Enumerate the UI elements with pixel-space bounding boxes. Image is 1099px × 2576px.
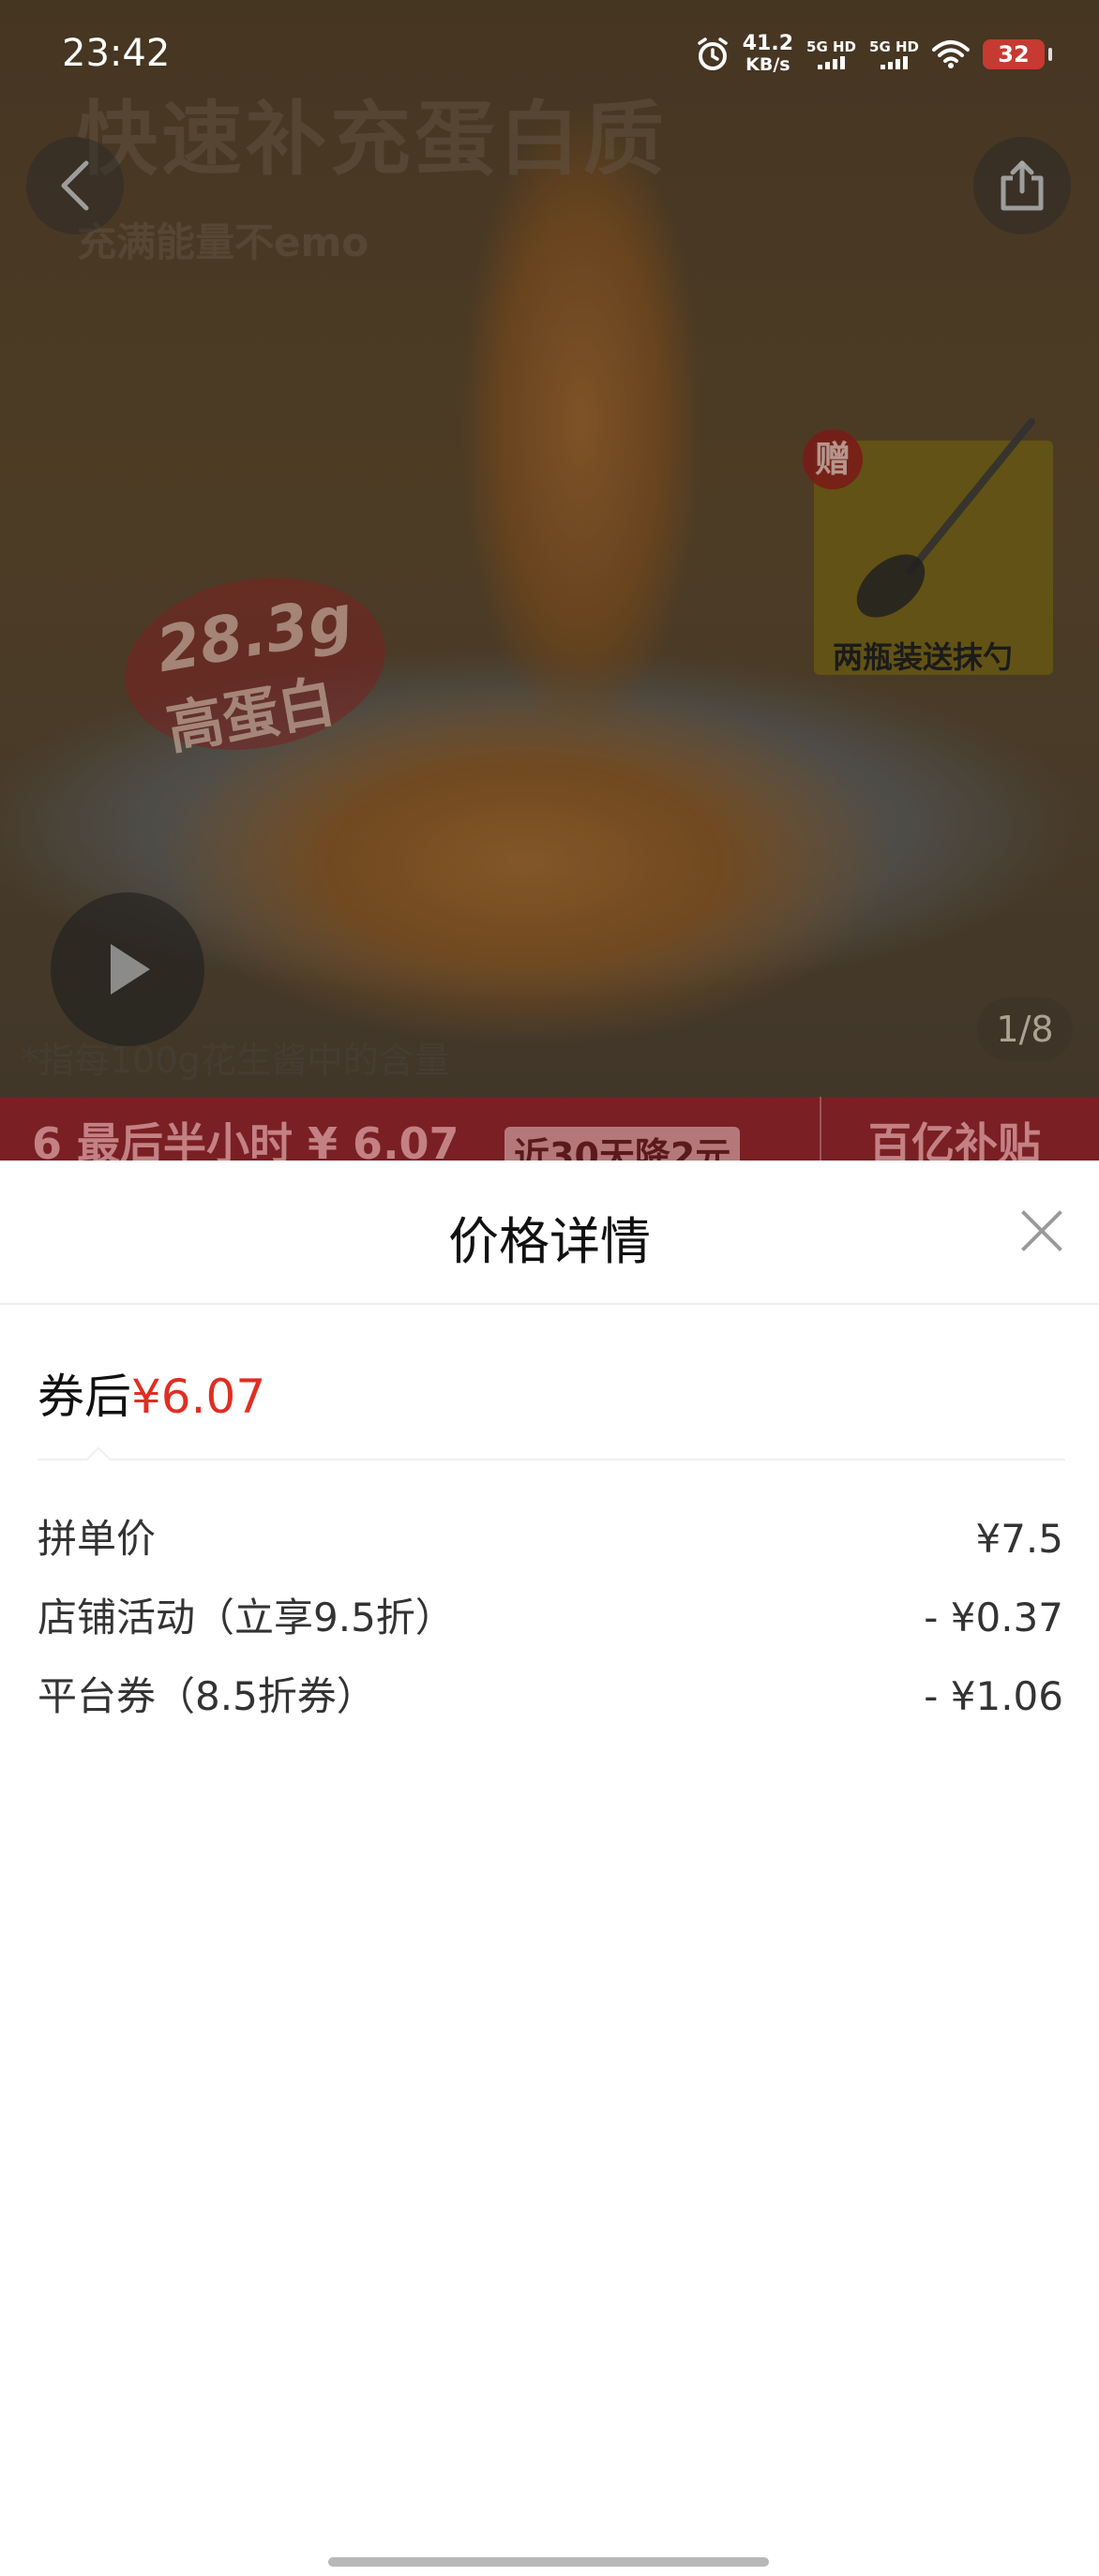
image-page-counter: 1/8 bbox=[977, 997, 1073, 1061]
battery-icon: 32 bbox=[983, 39, 1052, 69]
sim2-label: 5G HD bbox=[869, 38, 919, 55]
play-video-button[interactable] bbox=[51, 892, 204, 1046]
row-value: - ¥1.06 bbox=[924, 1673, 1063, 1719]
signal-icon: 5G HD bbox=[806, 39, 856, 69]
row-label: 拼单价 bbox=[38, 1516, 157, 1562]
share-button[interactable] bbox=[973, 137, 1071, 234]
back-button[interactable] bbox=[26, 137, 124, 234]
net-speed: 41.2 KB/s bbox=[742, 32, 794, 76]
divider bbox=[38, 1459, 1065, 1460]
status-icons: 41.2 KB/s 5G HD 5G HD 32 bbox=[696, 32, 1052, 76]
status-bar: 23:42 41.2 KB/s 5G HD 5G HD 32 bbox=[0, 0, 1099, 112]
chevron-left-icon bbox=[61, 160, 89, 211]
sheet-header: 价格详情 bbox=[0, 1161, 1099, 1305]
row-value: ¥7.5 bbox=[975, 1516, 1063, 1562]
promo-divider bbox=[820, 1097, 821, 1161]
final-price-label: 券后 bbox=[38, 1370, 131, 1424]
final-price-row: 券后¥6.07 bbox=[38, 1359, 265, 1427]
price-detail-sheet: 价格详情 券后¥6.07 拼单价 ¥7.5 店铺活动（立享9.5折） - ¥0.… bbox=[0, 1161, 1099, 2576]
net-speed-unit: KB/s bbox=[745, 54, 790, 75]
close-icon[interactable] bbox=[1018, 1207, 1065, 1254]
final-price-amount: ¥6.07 bbox=[131, 1370, 266, 1424]
status-time: 23:42 bbox=[62, 32, 171, 75]
net-speed-value: 41.2 bbox=[742, 32, 794, 55]
group-price-row: 拼单价 ¥7.5 bbox=[38, 1500, 1063, 1579]
alarm-icon bbox=[698, 37, 728, 70]
home-indicator[interactable] bbox=[328, 2557, 769, 2567]
subsidy-label: 百亿补贴 bbox=[868, 1118, 1041, 1161]
row-label: 平台券（8.5折券） bbox=[38, 1673, 376, 1719]
signal-icon: 5G HD bbox=[869, 39, 919, 69]
price-breakdown-list: 拼单价 ¥7.5 店铺活动（立享9.5折） - ¥0.37 平台券（8.5折券）… bbox=[38, 1500, 1063, 1736]
promo-price-text: 6 最后半小时 ¥ 6.07 bbox=[32, 1118, 459, 1161]
share-icon bbox=[1001, 160, 1044, 211]
platform-coupon-row: 平台券（8.5折券） - ¥1.06 bbox=[38, 1657, 1063, 1736]
row-value: - ¥0.37 bbox=[924, 1595, 1063, 1640]
promo-strip: 6 最后半小时 ¥ 6.07 近30天降2元 百亿补贴 bbox=[0, 1097, 1099, 1161]
store-discount-row: 店铺活动（立享9.5折） - ¥0.37 bbox=[38, 1579, 1063, 1657]
product-image-carousel[interactable]: 快速补充蛋白质 充满能量不emo 28.3g 高蛋白 赠 两瓶装送抹勺 *指每1… bbox=[0, 0, 1099, 1161]
row-label: 店铺活动（立享9.5折） bbox=[38, 1595, 455, 1640]
wifi-icon bbox=[932, 40, 970, 68]
sheet-title: 价格详情 bbox=[448, 1212, 651, 1271]
price-drop-tag: 近30天降2元 bbox=[504, 1127, 741, 1161]
sim1-label: 5G HD bbox=[806, 38, 857, 55]
play-icon bbox=[111, 944, 150, 995]
